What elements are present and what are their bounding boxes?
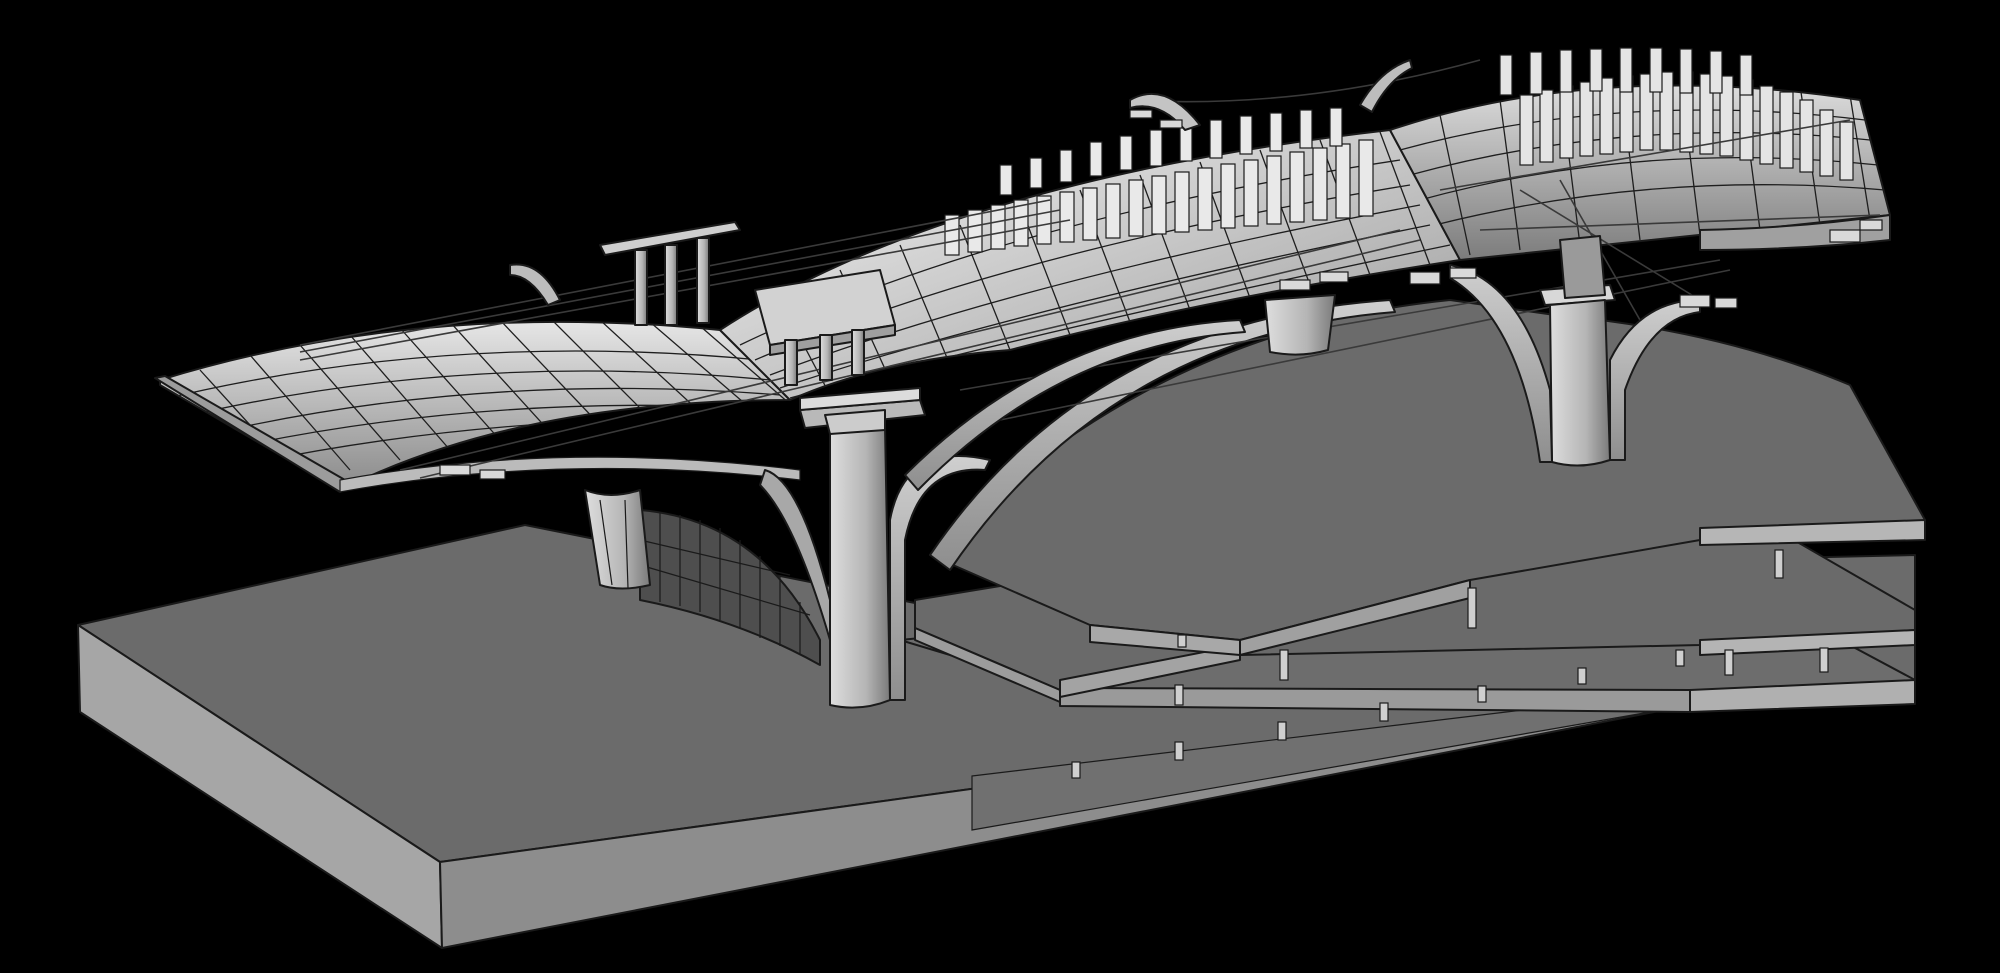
vent-stacks-left xyxy=(509,221,741,326)
column-mid xyxy=(1264,294,1336,356)
architectural-model-render xyxy=(77,47,1926,949)
roof-shell-left xyxy=(154,320,801,493)
